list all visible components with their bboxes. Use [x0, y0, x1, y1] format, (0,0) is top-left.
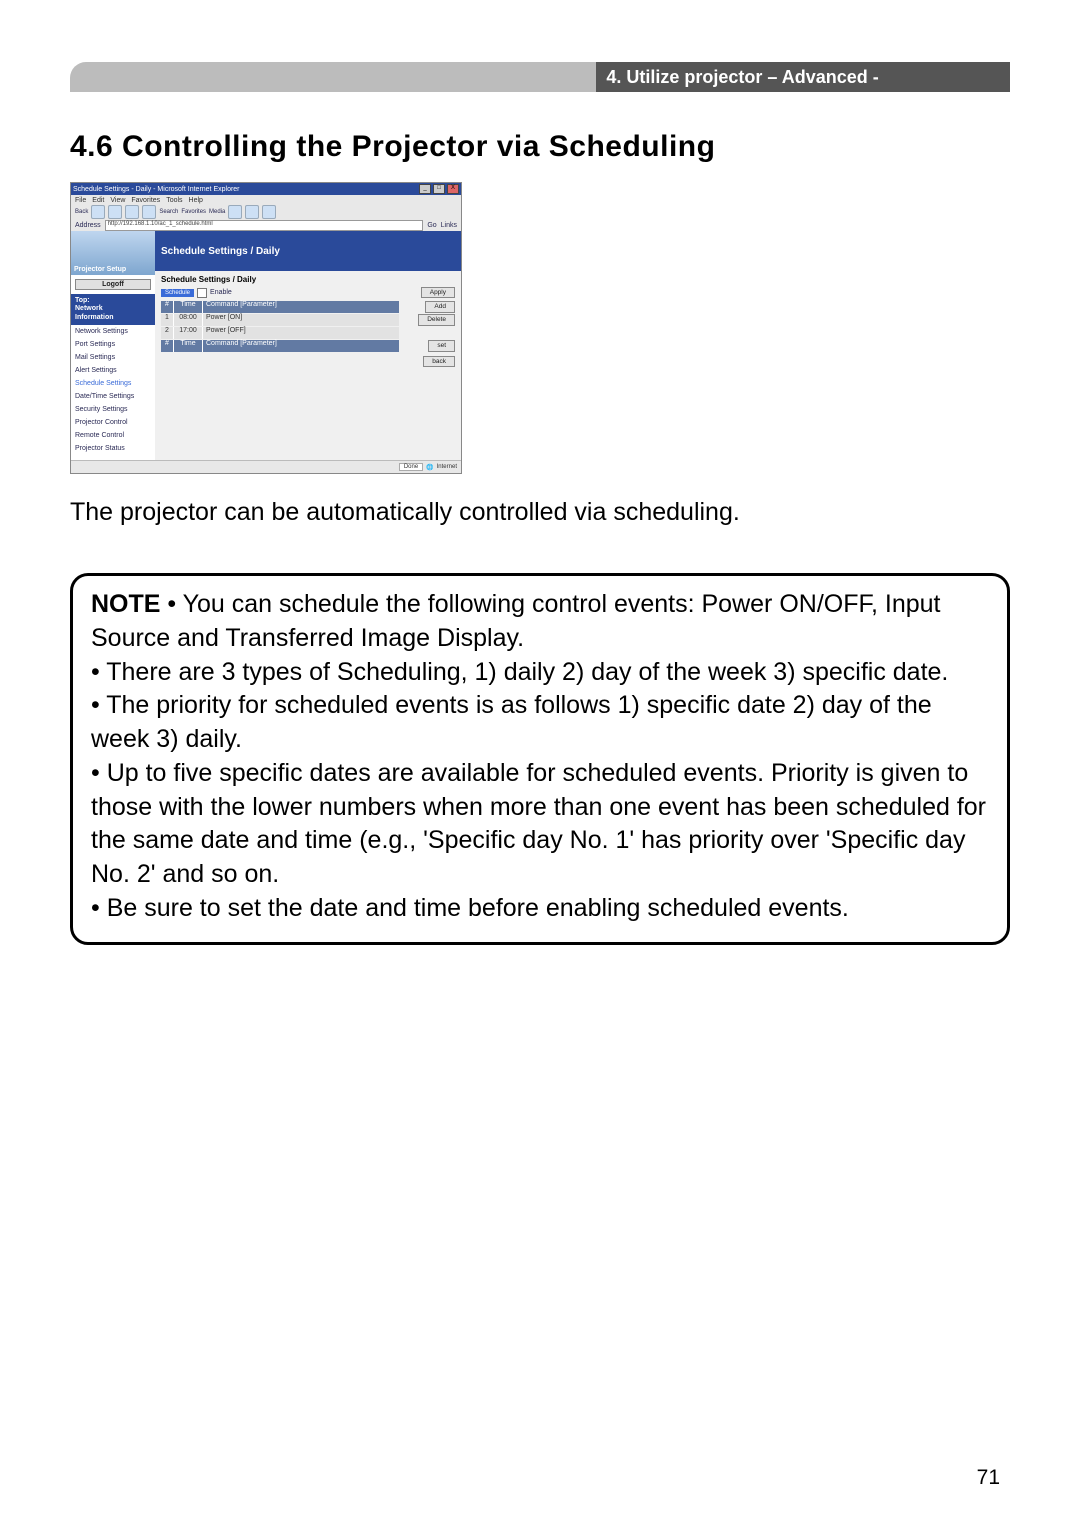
sidebar-item-projector-control[interactable]: Projector Control — [71, 416, 155, 429]
links-label[interactable]: Links — [441, 222, 457, 229]
cell-time: 17:00 — [174, 327, 203, 339]
screenshot: Schedule Settings - Daily - Microsoft In… — [70, 182, 462, 474]
table-row: 1 08:00 Power [ON] Delete — [161, 314, 455, 326]
search-button[interactable]: Search — [159, 209, 178, 215]
maximize-icon[interactable]: □ — [433, 184, 445, 194]
sidebar-item-schedule-settings[interactable]: Schedule Settings — [71, 377, 155, 390]
cell-cmd: Power [OFF] — [203, 327, 399, 339]
back-button[interactable]: back — [423, 356, 455, 367]
sidebar-item-mail-settings[interactable]: Mail Settings — [71, 351, 155, 364]
sidebar-item-projector-status[interactable]: Projector Status — [71, 442, 155, 455]
sidebar-item-date-time-settings[interactable]: Date/Time Settings — [71, 390, 155, 403]
table-row: 2 17:00 Power [OFF] — [161, 327, 455, 339]
apply-button[interactable]: Apply — [421, 287, 455, 298]
schedule-tag: Schedule — [161, 289, 194, 297]
window-title: Schedule Settings - Daily - Microsoft In… — [73, 186, 240, 193]
cell-time: 08:00 — [174, 314, 203, 326]
delete-button[interactable]: Delete — [418, 314, 455, 326]
back-button[interactable]: Back — [75, 209, 88, 215]
main-title: Schedule Settings / Daily — [155, 231, 461, 271]
table-header: # Time Command [Parameter] Add — [161, 301, 455, 313]
mail-icon[interactable] — [245, 205, 259, 219]
col-time: Time — [174, 340, 203, 352]
status-bar: Done 🌐 Internet — [71, 460, 461, 473]
window-controls: _ □ X — [419, 184, 459, 194]
col-cmd: Command [Parameter] — [203, 301, 399, 313]
sidebar-item-security-settings[interactable]: Security Settings — [71, 403, 155, 416]
address-label: Address — [75, 222, 101, 229]
sidebar-item-remote-control[interactable]: Remote Control — [71, 429, 155, 442]
close-icon[interactable]: X — [447, 184, 459, 194]
cell-num: 2 — [161, 327, 174, 339]
intro-text: The projector can be automatically contr… — [70, 498, 1010, 527]
menu-item[interactable]: Help — [189, 197, 203, 204]
note-box: NOTE • You can schedule the following co… — [70, 573, 1010, 945]
col-cmd: Command [Parameter] — [203, 340, 399, 352]
toolbar: Back Search Favorites Media — [71, 205, 461, 219]
menu-item[interactable]: File — [75, 197, 86, 204]
enable-checkbox[interactable] — [197, 288, 207, 298]
home-icon[interactable] — [142, 205, 156, 219]
sidebar-brand: Projector Setup — [71, 231, 155, 275]
col-num: # — [161, 340, 174, 352]
cell-num: 1 — [161, 314, 174, 326]
logoff-button[interactable]: Logoff — [75, 279, 151, 290]
forward-icon[interactable] — [91, 205, 105, 219]
print-icon[interactable] — [262, 205, 276, 219]
note-line-1: • You can schedule the following control… — [91, 590, 940, 652]
window-titlebar: Schedule Settings - Daily - Microsoft In… — [71, 183, 461, 195]
main-subtitle: Schedule Settings / Daily — [161, 275, 455, 284]
menu-bar: File Edit View Favorites Tools Help — [71, 195, 461, 205]
favorites-button[interactable]: Favorites — [181, 209, 206, 215]
menu-item[interactable]: Tools — [166, 197, 182, 204]
note-line-3: • The priority for scheduled events is a… — [91, 691, 932, 753]
minimize-icon[interactable]: _ — [419, 184, 431, 194]
go-button[interactable]: Go — [427, 222, 436, 229]
sidebar: Projector Setup Logoff Top: Network Info… — [71, 231, 155, 461]
section-title: 4.6 Controlling the Projector via Schedu… — [70, 130, 1010, 164]
status-zone: Internet — [437, 464, 457, 470]
menu-item[interactable]: Favorites — [131, 197, 160, 204]
stop-icon[interactable] — [108, 205, 122, 219]
note-line-2: • There are 3 types of Scheduling, 1) da… — [91, 658, 948, 686]
menu-item[interactable]: View — [110, 197, 125, 204]
sidebar-item-network-settings[interactable]: Network Settings — [71, 325, 155, 338]
history-icon[interactable] — [228, 205, 242, 219]
breadcrumb: 4. Utilize projector – Advanced - — [596, 62, 1010, 92]
refresh-icon[interactable] — [125, 205, 139, 219]
status-done: Done — [399, 463, 423, 471]
page-number: 71 — [977, 1466, 1000, 1490]
enable-label: Enable — [210, 289, 232, 296]
note-line-5: • Be sure to set the date and time befor… — [91, 894, 849, 922]
address-input[interactable]: http://192.168.1.10/ac_1_schedule.html — [105, 220, 424, 231]
media-button[interactable]: Media — [209, 209, 225, 215]
sidebar-top-block[interactable]: Top: Network Information — [71, 294, 155, 325]
set-button[interactable]: set — [428, 340, 455, 352]
sidebar-item-alert-settings[interactable]: Alert Settings — [71, 364, 155, 377]
menu-item[interactable]: Edit — [92, 197, 104, 204]
sidebar-item-port-settings[interactable]: Port Settings — [71, 338, 155, 351]
table-footer: # Time Command [Parameter] set — [161, 340, 455, 352]
note-line-4: • Up to five specific dates are availabl… — [91, 759, 986, 888]
header-spacer — [70, 62, 596, 92]
globe-icon: 🌐 — [426, 464, 433, 471]
col-num: # — [161, 301, 174, 313]
note-label: NOTE — [91, 590, 160, 618]
col-time: Time — [174, 301, 203, 313]
cell-cmd: Power [ON] — [203, 314, 399, 326]
header-bar: 4. Utilize projector – Advanced - — [70, 62, 1010, 92]
address-bar: Address http://192.168.1.10/ac_1_schedul… — [71, 219, 461, 231]
add-button[interactable]: Add — [425, 301, 455, 313]
main-panel: Schedule Settings / Daily Schedule Setti… — [155, 231, 461, 461]
